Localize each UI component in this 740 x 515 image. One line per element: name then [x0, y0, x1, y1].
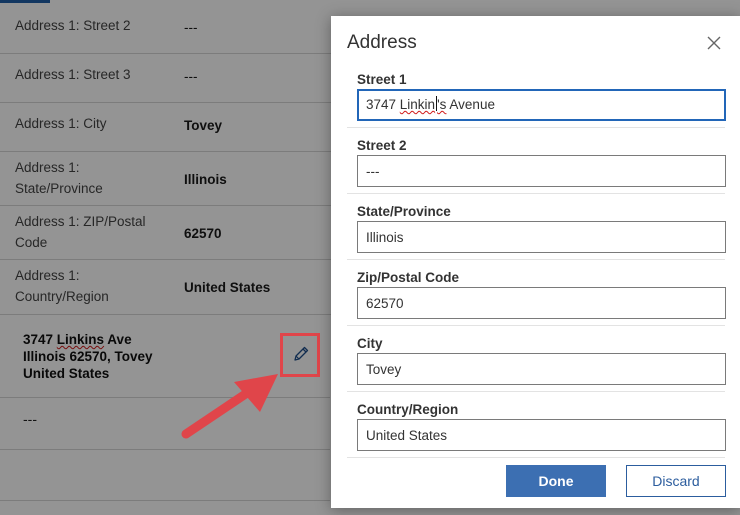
city-label: City — [357, 336, 383, 351]
street2-input[interactable] — [357, 155, 726, 187]
city-input[interactable] — [357, 353, 726, 385]
field-divider — [347, 391, 725, 392]
field-divider — [347, 325, 725, 326]
field-divider — [347, 127, 725, 128]
city-field: City — [347, 335, 727, 385]
close-icon[interactable] — [705, 34, 723, 52]
spellcheck-word: Linkin — [399, 97, 436, 112]
annotation-arrow-icon — [181, 374, 278, 439]
annotation-highlight-box — [280, 333, 320, 377]
dialog-title: Address — [347, 32, 417, 53]
zip-field: Zip/Postal Code — [347, 269, 727, 319]
country-input[interactable] — [357, 419, 726, 451]
state-label: State/Province — [357, 204, 451, 219]
state-input[interactable] — [357, 221, 726, 253]
country-label: Country/Region — [357, 402, 459, 417]
street1-field: Street 1 3747 Linkin's Avenue — [347, 71, 727, 121]
zip-input[interactable] — [357, 287, 726, 319]
discard-button[interactable]: Discard — [626, 465, 726, 497]
spellcheck-word: 's — [437, 97, 447, 112]
done-button[interactable]: Done — [506, 465, 606, 497]
street1-input[interactable]: 3747 Linkin's Avenue — [357, 89, 726, 121]
zip-label: Zip/Postal Code — [357, 270, 460, 285]
field-divider — [347, 259, 725, 260]
street2-field: Street 2 — [347, 137, 727, 187]
field-divider — [347, 457, 725, 458]
field-divider — [347, 193, 725, 194]
country-field: Country/Region — [347, 401, 727, 451]
address-dialog: Address Street 1 3747 Linkin's Avenue St… — [331, 16, 740, 508]
street1-label: Street 1 — [357, 72, 407, 87]
state-field: State/Province — [347, 203, 727, 253]
street2-label: Street 2 — [357, 138, 407, 153]
